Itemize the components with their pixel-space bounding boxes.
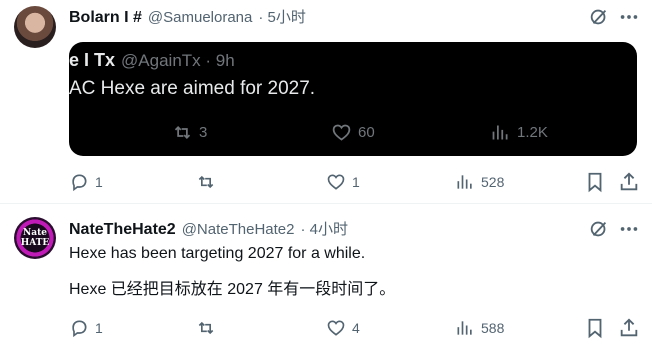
- like-button[interactable]: 1: [326, 172, 360, 192]
- grok-icon[interactable]: [588, 218, 610, 245]
- reply-count: 1: [95, 320, 103, 336]
- like-icon: [327, 174, 345, 190]
- quoted-retweet: 3: [172, 122, 207, 143]
- divider: [0, 203, 652, 204]
- retweet-icon: [174, 126, 191, 139]
- timestamp[interactable]: · 5小时: [258, 6, 306, 27]
- quoted-text: AC Hexe are aimed for 2027.: [69, 78, 316, 99]
- reply-count: 1: [95, 174, 103, 190]
- views-button[interactable]: 588: [455, 318, 504, 338]
- reply-icon: [72, 320, 87, 338]
- tweet-text: Hexe has been targeting 2027 for a while…: [69, 245, 366, 262]
- author-handle[interactable]: @Samuelorana: [148, 9, 252, 26]
- quoted-tweet[interactable]: e I Tx @AgainTx · 9h AC Hexe are aimed f…: [69, 42, 637, 156]
- share-icon[interactable]: [618, 317, 640, 344]
- author-handle[interactable]: @NateTheHate2: [182, 221, 295, 238]
- reply-button[interactable]: 1: [69, 318, 103, 338]
- reply-icon: [72, 174, 87, 192]
- bookmark-icon[interactable]: [584, 317, 606, 344]
- views-icon: [492, 125, 508, 140]
- avatar[interactable]: [14, 6, 56, 48]
- like-count: 1: [352, 174, 360, 190]
- retweet-icon: [198, 321, 214, 335]
- more-icon[interactable]: [618, 218, 640, 245]
- like-button[interactable]: 4: [326, 318, 360, 338]
- tweet-translation: Hexe 已经把目标放在 2027 年有一段时间了。: [69, 281, 396, 298]
- views-icon: [457, 175, 472, 189]
- quoted-author-handle: @AgainTx · 9h: [121, 51, 235, 70]
- views-button[interactable]: 528: [455, 172, 504, 192]
- more-icon[interactable]: [618, 6, 640, 33]
- views-count: 528: [481, 174, 505, 190]
- like-icon: [327, 320, 345, 336]
- quoted-views: 1.2K: [490, 122, 548, 143]
- retweet-button[interactable]: [196, 172, 222, 192]
- tweet-header: Bolarn I # @Samuelorana · 5小时: [69, 6, 306, 27]
- author-name[interactable]: Bolarn I #: [69, 9, 142, 27]
- quoted-retweet-count: 3: [199, 124, 208, 141]
- views-count: 588: [481, 320, 505, 336]
- views-icon: [457, 321, 472, 335]
- share-icon[interactable]: [618, 171, 640, 198]
- avatar-text: Nate HATE: [20, 228, 50, 248]
- timestamp[interactable]: · 4小时: [301, 218, 349, 239]
- quoted-like-count: 60: [358, 124, 375, 141]
- retweet-button[interactable]: [196, 318, 222, 338]
- quoted-author-name: e I Tx: [69, 50, 116, 70]
- tweet-header: NateTheHate2 @NateTheHate2 · 4小时: [69, 218, 348, 239]
- retweet-icon: [198, 175, 214, 189]
- avatar[interactable]: Nate HATE: [14, 217, 56, 259]
- quoted-header: e I Tx @AgainTx · 9h: [69, 50, 235, 71]
- like-icon: [332, 124, 351, 141]
- quoted-views-count: 1.2K: [517, 124, 548, 141]
- grok-icon[interactable]: [588, 6, 610, 33]
- like-count: 4: [352, 320, 360, 336]
- bookmark-icon[interactable]: [584, 171, 606, 198]
- quoted-like: 60: [331, 122, 375, 143]
- author-name[interactable]: NateTheHate2: [69, 221, 176, 239]
- reply-button[interactable]: 1: [69, 172, 103, 192]
